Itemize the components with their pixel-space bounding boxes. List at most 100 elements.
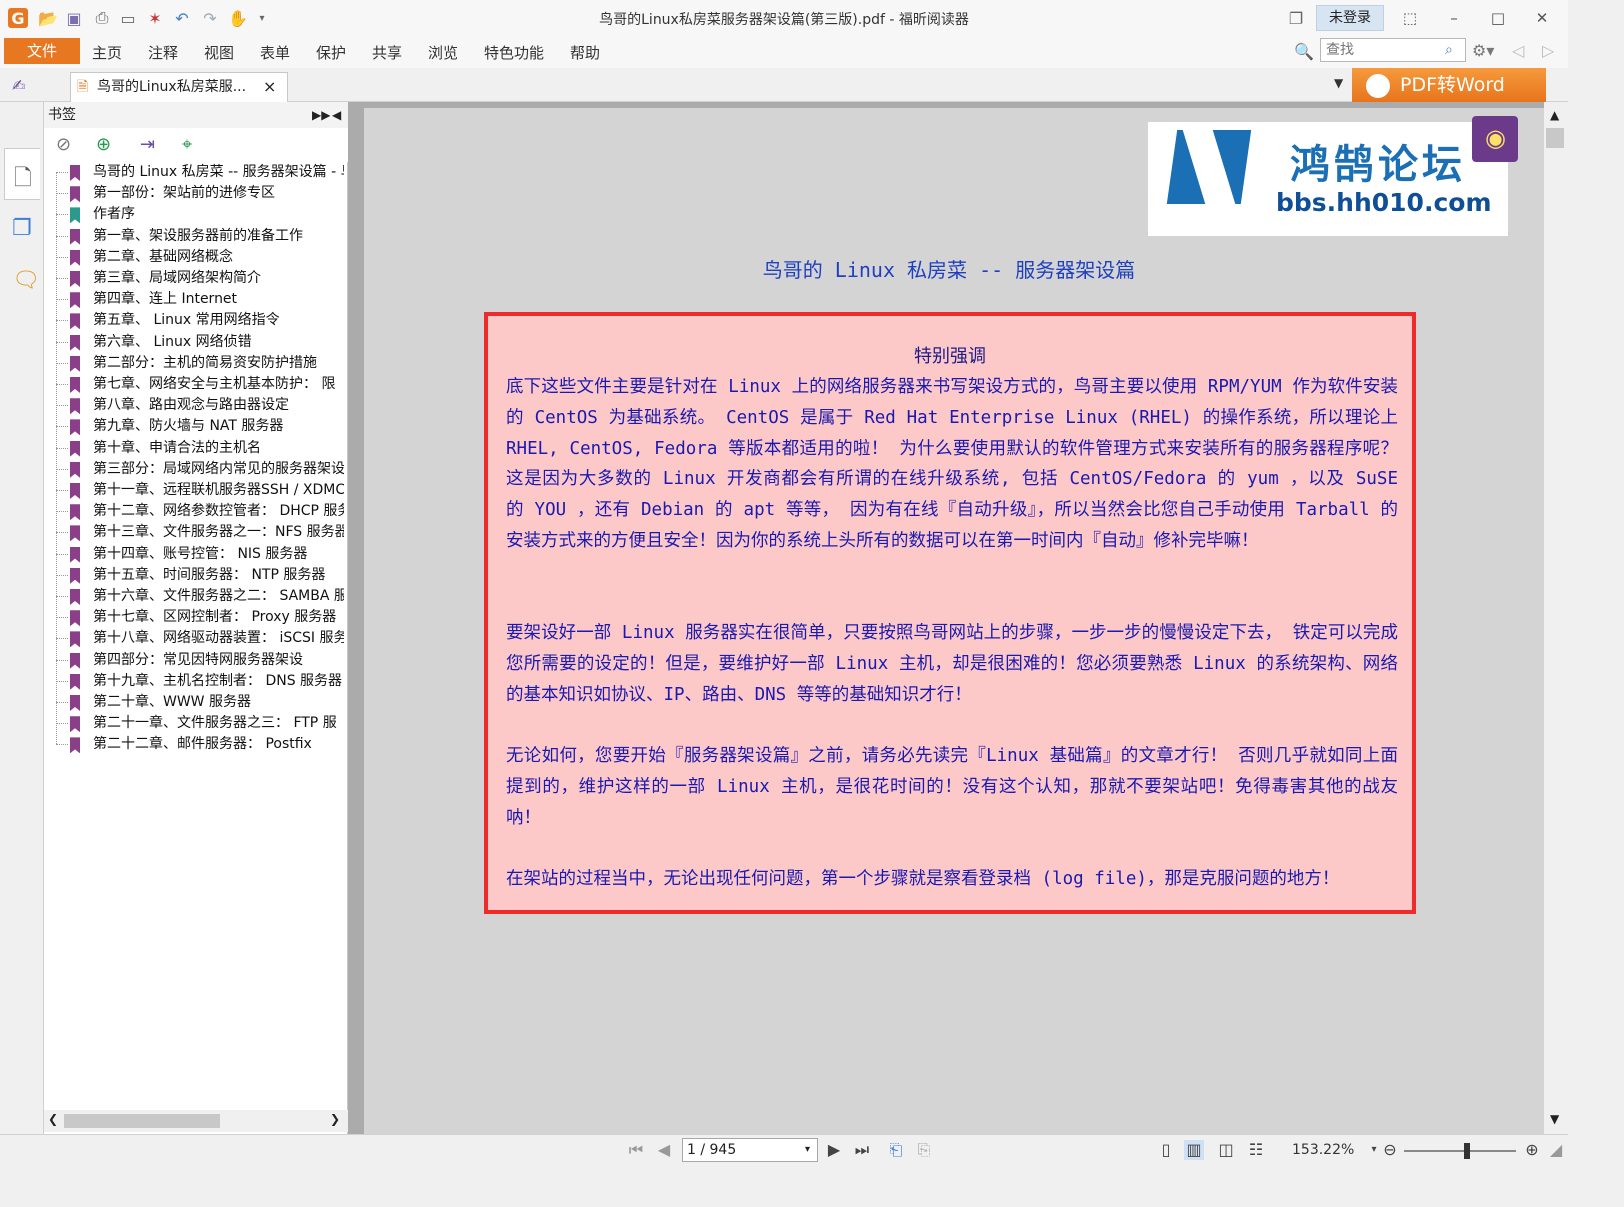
settings-gear-icon[interactable]: ⚙▾ bbox=[1472, 41, 1494, 60]
collapse-panel-icon[interactable]: ◀ bbox=[332, 102, 341, 128]
bookmark-item[interactable]: 第十六章、文件服务器之二： SAMBA 服 bbox=[44, 586, 344, 607]
bookmark-item[interactable]: 第一部份：架站前的进修专区 bbox=[44, 183, 344, 204]
sign-icon[interactable]: ✍ bbox=[12, 76, 34, 96]
close-tab-icon[interactable]: × bbox=[263, 73, 276, 101]
single-page-icon[interactable]: ▯ bbox=[1156, 1140, 1176, 1160]
expand-bookmark-icon[interactable]: ⇥ bbox=[140, 134, 155, 155]
bookmark-item[interactable]: 第十九章、主机名控制者： DNS 服务器 bbox=[44, 671, 344, 692]
zoom-slider-thumb[interactable] bbox=[1464, 1143, 1470, 1159]
minimize-button[interactable]: – bbox=[1440, 6, 1468, 30]
bookmark-item[interactable]: 第三章、局域网络架构简介 bbox=[44, 268, 344, 289]
menu-comment[interactable]: 注释 bbox=[148, 42, 178, 63]
bookmark-flag-icon bbox=[70, 334, 80, 351]
tips-bulb-button[interactable]: ◉ bbox=[1472, 116, 1518, 162]
bookmark-flag-icon bbox=[70, 504, 80, 521]
document-tab[interactable]: 🗎 鸟哥的Linux私房菜服... × bbox=[70, 72, 288, 102]
pdf-to-word-button[interactable]: PDF转Word bbox=[1352, 68, 1546, 102]
continuous-page-icon[interactable]: ▥ bbox=[1184, 1140, 1204, 1160]
vertical-scroll-thumb[interactable] bbox=[1546, 128, 1564, 148]
bookmark-horizontal-scrollbar[interactable]: ❮ ❯ bbox=[44, 1110, 348, 1132]
share-icon[interactable]: ❐ bbox=[1286, 8, 1306, 28]
bookmark-item[interactable]: 第十八章、网络驱动器装置： iSCSI 服务 bbox=[44, 628, 344, 649]
login-button[interactable]: 未登录 bbox=[1316, 5, 1384, 31]
menu-share[interactable]: 共享 bbox=[372, 42, 402, 63]
bookmark-item[interactable]: 第二十一章、文件服务器之三： FTP 服 bbox=[44, 713, 344, 734]
bookmark-item[interactable]: 第十三章、文件服务器之一：NFS 服务器 bbox=[44, 522, 344, 543]
menu-file[interactable]: 文件 bbox=[4, 38, 80, 64]
scroll-left-icon[interactable]: ❮ bbox=[48, 1112, 58, 1126]
zoom-in-icon[interactable]: ⊕ bbox=[1522, 1140, 1542, 1160]
rail-bookmarks-tab[interactable]: 🗋 bbox=[4, 148, 40, 200]
scroll-right-icon[interactable]: ❯ bbox=[330, 1112, 340, 1126]
bookmark-item[interactable]: 第六章、 Linux 网络侦错 bbox=[44, 332, 344, 353]
next-view-icon[interactable]: ⎘ bbox=[914, 1140, 934, 1160]
zoom-slider[interactable] bbox=[1404, 1150, 1516, 1152]
bookmark-item[interactable]: 第二部分：主机的简易资安防护措施 bbox=[44, 353, 344, 374]
bookmark-item[interactable]: 第四部分：常见因特网服务器架设 bbox=[44, 650, 344, 671]
horizontal-scroll-thumb[interactable] bbox=[64, 1114, 220, 1128]
previous-page-icon[interactable]: ◀ bbox=[654, 1140, 674, 1160]
continuous-facing-icon[interactable]: ☷ bbox=[1246, 1140, 1266, 1160]
scroll-up-icon[interactable]: ▲ bbox=[1550, 108, 1559, 122]
find-folder-icon[interactable]: 🔍 bbox=[1294, 42, 1314, 61]
add-bookmark-icon[interactable]: ⊕ bbox=[96, 134, 111, 155]
menu-features[interactable]: 特色功能 bbox=[484, 42, 544, 63]
bookmark-item[interactable]: 第七章、网络安全与主机基本防护： 限 bbox=[44, 374, 344, 395]
bookmark-item[interactable]: 鸟哥的 Linux 私房菜 -- 服务器架设篇 - 鸟 bbox=[44, 162, 344, 183]
bookmark-flag-icon bbox=[70, 313, 80, 330]
facing-page-icon[interactable]: ◫ bbox=[1216, 1140, 1236, 1160]
bookmark-item[interactable]: 第十章、申请合法的主机名 bbox=[44, 438, 344, 459]
bookmark-item[interactable]: 第二十章、WWW 服务器 bbox=[44, 692, 344, 713]
expand-panel-icon[interactable]: ▶▶ bbox=[312, 102, 330, 128]
menu-view[interactable]: 视图 bbox=[204, 42, 234, 63]
bookmark-item[interactable]: 第二章、基础网络概念 bbox=[44, 247, 344, 268]
nav-back-icon[interactable]: ◁ bbox=[1512, 41, 1524, 60]
bookmark-item[interactable]: 第二十二章、邮件服务器： Postfix bbox=[44, 734, 344, 755]
fullscreen-icon[interactable]: ⬚ bbox=[1396, 6, 1424, 30]
bookmark-item[interactable]: 第九章、防火墙与 NAT 服务器 bbox=[44, 416, 344, 437]
document-view[interactable]: 鸿鹄论坛 bbs.hh010.com ◉ 鸟哥的 Linux 私房菜 -- 服务… bbox=[348, 102, 1544, 1134]
restore-button[interactable]: □ bbox=[1484, 6, 1512, 30]
zoom-level[interactable]: 153.22% bbox=[1292, 1142, 1354, 1158]
menu-form[interactable]: 表单 bbox=[260, 42, 290, 63]
search-box[interactable]: ⌕ bbox=[1320, 38, 1466, 62]
nav-forward-icon[interactable]: ▷ bbox=[1542, 41, 1554, 60]
bookmark-item[interactable]: 作者序 bbox=[44, 204, 344, 225]
pages-thumbnail-icon[interactable]: ❐ bbox=[12, 216, 32, 241]
delete-bookmark-icon[interactable]: ⊘ bbox=[56, 134, 71, 155]
menu-home[interactable]: 主页 bbox=[92, 42, 122, 63]
menu-protect[interactable]: 保护 bbox=[316, 42, 346, 63]
bookmark-item[interactable]: 第四章、连上 Internet bbox=[44, 289, 344, 310]
bookmark-item[interactable]: 第八章、路由观念与路由器设定 bbox=[44, 395, 344, 416]
bookmark-item[interactable]: 第十五章、时间服务器： NTP 服务器 bbox=[44, 565, 344, 586]
page-number-field[interactable]: 1 / 945 ▾ bbox=[682, 1138, 818, 1162]
notice-paragraph-3: 无论如何，您要开始『服务器架设篇』之前，请务必先读完『Linux 基础篇』的文章… bbox=[506, 746, 1398, 828]
zoom-out-icon[interactable]: ⊖ bbox=[1380, 1140, 1400, 1160]
bookmark-item[interactable]: 第十七章、区网控制者： Proxy 服务器 bbox=[44, 607, 344, 628]
scroll-down-icon[interactable]: ▼ bbox=[1550, 1112, 1559, 1126]
comments-icon[interactable]: 🗨 bbox=[12, 268, 40, 293]
search-input[interactable] bbox=[1326, 42, 1442, 58]
find-bookmark-icon[interactable]: ⌖ bbox=[182, 134, 192, 155]
first-page-icon[interactable]: ⏮ bbox=[626, 1140, 646, 1160]
next-page-icon[interactable]: ▶ bbox=[824, 1140, 844, 1160]
document-vertical-scrollbar[interactable]: ▲ ▼ bbox=[1544, 102, 1568, 1134]
bookmark-label: 第三部分：局域网络内常见的服务器架设 bbox=[93, 460, 344, 477]
bookmark-item[interactable]: 第十一章、远程联机服务器SSH / XDMCP bbox=[44, 480, 344, 501]
bookmark-item[interactable]: 第三部分：局域网络内常见的服务器架设 bbox=[44, 459, 344, 480]
bookmark-item[interactable]: 第十二章、网络参数控管者： DHCP 服务 bbox=[44, 501, 344, 522]
previous-view-icon[interactable]: ⎗ bbox=[886, 1140, 906, 1160]
tab-list-dropdown-icon[interactable]: ▼ bbox=[1334, 76, 1343, 90]
bookmark-item[interactable]: 第一章、架设服务器前的准备工作 bbox=[44, 226, 344, 247]
bookmark-item[interactable]: 第十四章、账号控管： NIS 服务器 bbox=[44, 544, 344, 565]
bookmark-item[interactable]: 第五章、 Linux 常用网络指令 bbox=[44, 310, 344, 331]
bookmark-label: 第十一章、远程联机服务器SSH / XDMCP bbox=[93, 482, 344, 498]
menu-help[interactable]: 帮助 bbox=[570, 42, 600, 63]
last-page-icon[interactable]: ⏭ bbox=[852, 1140, 872, 1160]
search-icon[interactable]: ⌕ bbox=[1445, 39, 1453, 61]
resize-grip-icon[interactable]: ◢ bbox=[1546, 1140, 1566, 1160]
menu-browse[interactable]: 浏览 bbox=[428, 42, 458, 63]
page-dropdown-icon[interactable]: ▾ bbox=[805, 1139, 810, 1161]
side-rail: 🗋 ❐ 🗨 bbox=[0, 102, 44, 1134]
close-button[interactable]: ✕ bbox=[1528, 6, 1556, 30]
